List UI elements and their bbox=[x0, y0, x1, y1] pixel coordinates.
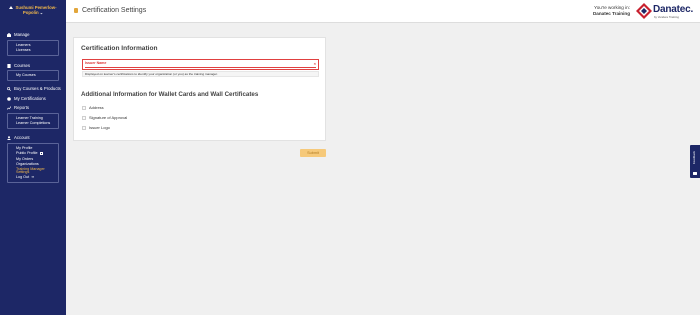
working-in[interactable]: You're working in: Danatec Training bbox=[593, 5, 630, 17]
briefcase-icon bbox=[7, 32, 11, 37]
user-menu[interactable]: Sushumi Pemerlow- Popolin ⌄ bbox=[0, 0, 66, 15]
certificate-icon bbox=[7, 96, 11, 101]
section-account: Account bbox=[7, 135, 30, 140]
logo-subtext: by Vendere Training bbox=[654, 15, 679, 19]
lock-icon bbox=[74, 8, 78, 13]
section-manage-title: Manage bbox=[14, 32, 30, 37]
sidebar-item-log-out[interactable]: Log Out ➜ bbox=[8, 175, 58, 181]
checkbox-signature[interactable]: Signature of Approval bbox=[82, 115, 127, 120]
danatec-logo: Danatec. by Vendere Training bbox=[636, 3, 694, 20]
chevron-down-icon: ⌄ bbox=[39, 10, 44, 16]
sidebar-item-my-certifications[interactable]: My Certifications bbox=[7, 96, 46, 101]
issuer-name-label: Issuer Name bbox=[85, 61, 107, 65]
section-reports: Reports bbox=[7, 105, 29, 110]
section-account-title: Account bbox=[14, 135, 30, 140]
issuer-name-help: Displayed on learner's certifications to… bbox=[82, 71, 319, 77]
courses-menu: My Courses bbox=[7, 70, 59, 81]
sidebar-item-training-manager-settings[interactable]: Training Manager Settings bbox=[8, 167, 58, 175]
sidebar-item-learner-completions[interactable]: Learner Completions bbox=[8, 121, 58, 127]
manage-menu: Learners Licenses bbox=[7, 40, 59, 57]
feedback-label: Feedback bbox=[692, 151, 696, 165]
certification-settings-card: Certification Information Issuer Name × … bbox=[73, 37, 326, 141]
field-underline bbox=[85, 66, 316, 68]
certification-info-heading: Certification Information bbox=[81, 45, 158, 52]
logo-mark-icon bbox=[636, 3, 652, 19]
additional-info-heading: Additional Information for Wallet Cards … bbox=[81, 91, 259, 98]
logo-text: Danatec. bbox=[653, 4, 694, 15]
feedback-icon bbox=[693, 172, 697, 175]
checkbox-box[interactable] bbox=[82, 115, 86, 120]
buy-courses-label: Buy Courses & Products bbox=[14, 86, 61, 91]
sidebar-item-buy-courses[interactable]: Buy Courses & Products bbox=[7, 86, 61, 91]
checkbox-issuer-logo[interactable]: Issuer Logo bbox=[82, 125, 110, 130]
public-profile-label: Public Profile bbox=[16, 151, 38, 156]
log-out-icon: ➜ bbox=[31, 175, 35, 180]
log-out-label: Log Out bbox=[16, 175, 30, 180]
reports-menu: Learner Training Learner Completions bbox=[7, 113, 59, 130]
section-courses: Courses bbox=[7, 63, 30, 68]
person-icon bbox=[7, 135, 11, 140]
checkbox-label: Signature of Approval bbox=[89, 115, 128, 120]
feedback-tab[interactable]: Feedback bbox=[690, 145, 700, 178]
clear-icon[interactable]: × bbox=[314, 61, 316, 66]
checkbox-address[interactable]: Address bbox=[82, 105, 104, 110]
search-icon bbox=[7, 86, 11, 91]
user-icon bbox=[9, 6, 14, 10]
checkbox-box[interactable] bbox=[82, 105, 86, 110]
submit-button[interactable]: Submit bbox=[300, 149, 326, 157]
issuer-name-field[interactable]: Issuer Name × bbox=[82, 59, 319, 70]
sidebar-item-my-courses[interactable]: My Courses bbox=[8, 73, 58, 79]
sidebar: Sushumi Pemerlow- Popolin ⌄ Manage Learn… bbox=[0, 0, 66, 315]
page-title: Certification Settings bbox=[82, 6, 147, 14]
sidebar-item-licenses[interactable]: Licenses bbox=[8, 48, 58, 54]
book-icon bbox=[7, 63, 11, 68]
top-header: Certification Settings You're working in… bbox=[66, 0, 700, 23]
section-courses-title: Courses bbox=[14, 63, 31, 68]
my-certifications-label: My Certifications bbox=[14, 96, 46, 101]
chart-icon bbox=[7, 105, 11, 110]
user-name-line2: Popolin bbox=[22, 10, 39, 16]
section-reports-title: Reports bbox=[14, 105, 30, 110]
checkbox-label: Issuer Logo bbox=[89, 125, 110, 130]
checkbox-label: Address bbox=[89, 105, 104, 110]
section-manage: Manage bbox=[7, 32, 30, 37]
working-in-value: Danatec Training bbox=[592, 11, 630, 16]
checkbox-box[interactable] bbox=[82, 125, 86, 130]
external-link-icon bbox=[39, 151, 43, 155]
account-menu: My Profile Public Profile My Orders Orga… bbox=[7, 143, 59, 184]
